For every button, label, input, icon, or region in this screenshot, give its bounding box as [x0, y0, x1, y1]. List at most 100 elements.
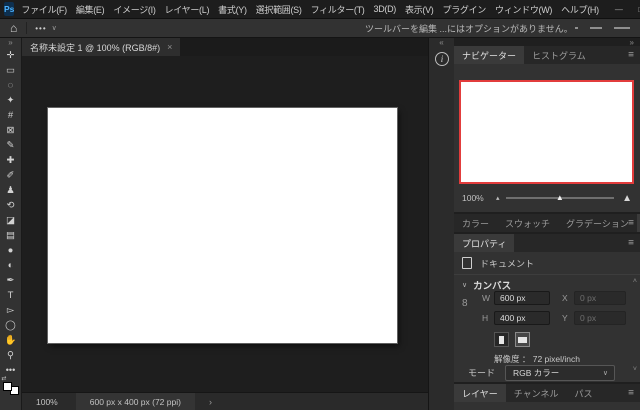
properties-tab-bar: プロパティ ≡ — [454, 234, 640, 252]
menu-help[interactable]: ヘルプ(H) — [561, 3, 599, 16]
object-selection-tool[interactable]: ✦ — [0, 93, 22, 108]
menu-type[interactable]: 書式(Y) — [218, 3, 247, 16]
menu-file[interactable]: ファイル(F) — [21, 3, 67, 16]
toolbar-collapse-icon[interactable]: » — [8, 38, 12, 48]
width-label: W — [482, 292, 491, 303]
close-icon[interactable]: × — [167, 42, 172, 52]
navigator-zoom-slider[interactable]: ▲ — [505, 193, 615, 202]
zoom-tool[interactable]: ⚲ — [0, 348, 22, 363]
menu-plugins[interactable]: プラグイン — [443, 3, 487, 16]
navigator-proxy-preview[interactable] — [459, 80, 634, 184]
divider — [454, 274, 640, 275]
menu-window[interactable]: ウィンドウ(W) — [495, 3, 552, 16]
window-controls: — □ × — [608, 0, 640, 18]
home-icon[interactable]: ⌂ — [10, 21, 17, 35]
hand-tool[interactable]: ✋ — [0, 333, 22, 348]
lasso-tool[interactable]: ◌ — [0, 78, 22, 93]
maximize-button[interactable]: □ — [630, 0, 640, 18]
menu-edit[interactable]: 編集(E) — [76, 3, 105, 16]
menu-layer[interactable]: レイヤー(L) — [165, 3, 210, 16]
minimize-button[interactable]: — — [608, 0, 630, 18]
healing-brush-tool[interactable]: ✚ — [0, 153, 22, 168]
dodge-tool[interactable]: ◐ — [0, 258, 22, 273]
pen-tool[interactable]: ✒ — [0, 273, 22, 288]
menu-filter[interactable]: フィルター(T) — [311, 3, 365, 16]
document-area: 名称未設定 1 @ 100% (RGB/8#) × 100% 600 px x … — [22, 38, 428, 410]
canvas[interactable] — [48, 108, 397, 343]
panel-dock: » ナビゲーター ヒストグラム ≡ 100% ▴ ▲ ▲ カラー スウォッチ グ… — [454, 38, 640, 410]
rail-collapse-icon[interactable]: « — [429, 38, 454, 47]
tab-channels[interactable]: チャンネル — [506, 384, 567, 402]
history-brush-tool[interactable]: ⟲ — [0, 198, 22, 213]
options-right-icons — [575, 19, 630, 37]
options-bar-icon[interactable] — [590, 27, 602, 29]
zoom-in-icon[interactable]: ▲ — [622, 193, 632, 204]
panel-menu-icon[interactable]: ≡ — [628, 388, 634, 399]
blur-tool[interactable]: ● — [0, 243, 22, 258]
path-selection-tool[interactable]: ▻ — [0, 303, 22, 318]
options-wide-bar-icon[interactable] — [614, 27, 630, 29]
portrait-orientation-button[interactable] — [494, 332, 509, 347]
default-colors-icon[interactable]: ⇄ — [2, 375, 7, 382]
menu-view[interactable]: 表示(V) — [405, 3, 434, 16]
panel-menu-icon[interactable]: ≡ — [628, 50, 634, 61]
status-chevron-icon[interactable]: › — [209, 397, 212, 407]
tab-paths[interactable]: パス — [566, 384, 600, 402]
document-type-label: ドキュメント — [480, 258, 535, 269]
marquee-tool[interactable]: ▭ — [0, 63, 22, 78]
document-tab[interactable]: 名称未設定 1 @ 100% (RGB/8#) × — [22, 38, 181, 56]
info-panel-icon[interactable]: i — [435, 52, 449, 66]
tab-layers[interactable]: レイヤー — [454, 384, 506, 402]
foreground-color-swatch[interactable] — [2, 382, 12, 391]
tab-swatches[interactable]: スウォッチ — [497, 214, 558, 232]
y-field[interactable]: 0 px — [574, 310, 626, 325]
edit-toolbar-button[interactable]: ••• — [6, 363, 15, 376]
navigator-zoom-field[interactable]: 100% — [462, 193, 496, 203]
type-tool[interactable]: T — [0, 288, 22, 303]
landscape-orientation-button[interactable] — [515, 332, 530, 347]
foreground-background-swatches[interactable]: ⇄ — [2, 376, 19, 395]
mode-select[interactable]: RGB カラー ∨ — [505, 364, 616, 381]
chevron-down-icon[interactable]: ∨ — [52, 24, 57, 32]
scroll-down-icon[interactable]: ˅ — [633, 366, 637, 373]
crop-tool[interactable]: # — [0, 108, 22, 123]
scroll-up-icon[interactable]: ˄ — [633, 278, 637, 285]
eraser-tool[interactable]: ◪ — [0, 213, 22, 228]
brush-tool[interactable]: ✐ — [0, 168, 22, 183]
tab-properties[interactable]: プロパティ — [454, 234, 515, 252]
link-dimensions-icon[interactable]: 8 — [462, 298, 468, 309]
menu-image[interactable]: イメージ(I) — [113, 3, 156, 16]
document-tab-bar: 名称未設定 1 @ 100% (RGB/8#) × — [22, 38, 428, 56]
width-field[interactable]: 600 px — [494, 290, 550, 305]
options-bar: ⌂ ••• ∨ ツールバーを編集 ...にはオプションがありません。 — [0, 19, 640, 38]
tab-navigator[interactable]: ナビゲーター — [454, 46, 525, 64]
options-message: ツールバーを編集 ...にはオプションがありません。 — [365, 23, 573, 34]
eyedropper-tool[interactable]: ✎ — [0, 138, 22, 153]
tab-histogram[interactable]: ヒストグラム — [524, 46, 594, 64]
shape-tool[interactable]: ◯ — [0, 318, 22, 333]
options-dot-icon[interactable] — [575, 27, 578, 29]
slider-thumb[interactable]: ▲ — [556, 193, 564, 202]
mode-label: モード — [468, 368, 496, 378]
zoom-out-icon[interactable]: ▴ — [496, 194, 500, 202]
navigator-tab-bar: ナビゲーター ヒストグラム ≡ — [454, 46, 640, 64]
menu-3d[interactable]: 3D(D) — [374, 4, 397, 14]
menu-select[interactable]: 選択範囲(S) — [256, 3, 302, 16]
navigator-panel: 100% ▴ ▲ ▲ — [454, 64, 640, 212]
gradient-tool[interactable]: ▤ — [0, 228, 22, 243]
width-row: W 600 px X 0 px — [482, 290, 638, 305]
x-field[interactable]: 0 px — [574, 290, 626, 305]
move-tool[interactable]: ✛ — [0, 48, 22, 63]
document-type-row[interactable]: ドキュメント — [462, 255, 534, 271]
tab-gradients[interactable]: グラデーション — [558, 214, 637, 232]
panel-menu-icon[interactable]: ≡ — [628, 218, 634, 229]
frame-tool[interactable]: ⊠ — [0, 123, 22, 138]
status-zoom-field[interactable]: 100% — [36, 397, 58, 407]
panel-menu-icon[interactable]: ≡ — [628, 238, 634, 249]
height-field[interactable]: 400 px — [494, 310, 550, 325]
status-document-size[interactable]: 600 px x 400 px (72 ppi) — [75, 393, 195, 410]
tool-preset-button[interactable]: ••• — [35, 24, 46, 33]
tab-color[interactable]: カラー — [454, 214, 497, 232]
clone-stamp-tool[interactable]: ♟ — [0, 183, 22, 198]
menu-bar: Ps ファイル(F) 編集(E) イメージ(I) レイヤー(L) 書式(Y) 選… — [0, 0, 640, 19]
